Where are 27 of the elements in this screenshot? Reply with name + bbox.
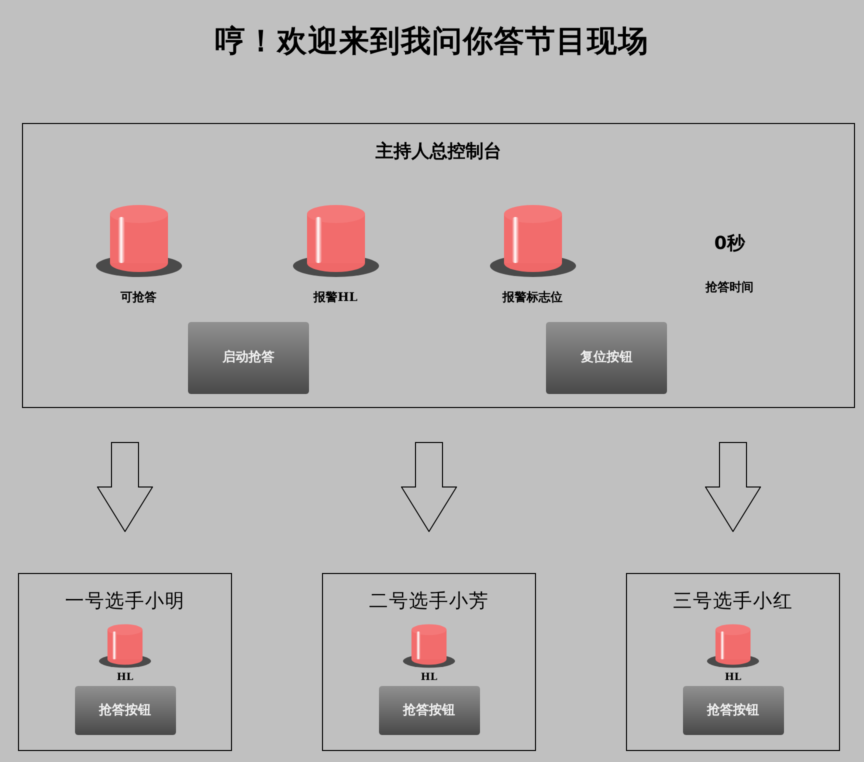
contestant-title: 三号选手小红 [673, 589, 793, 613]
lamp-label: HL [420, 672, 438, 684]
contestant-title: 一号选手小明 [65, 589, 185, 613]
lamp-label: 报警标志位 [502, 289, 562, 305]
indicator-lamp-icon [707, 624, 759, 668]
lamp-label: HL [724, 672, 742, 684]
buzzer-button[interactable]: 抢答按钮 [682, 686, 784, 735]
down-arrow-icon [401, 442, 457, 532]
control-button[interactable]: 启动抢答 [188, 322, 309, 394]
indicator-lamp-icon [292, 205, 378, 277]
timer-label: 抢答时间 [706, 279, 754, 295]
indicator-lamp-icon [99, 624, 151, 668]
indicator-lamp-icon [96, 205, 182, 277]
indicator-lamp-icon [403, 624, 455, 668]
control-button[interactable]: 复位按钮 [546, 322, 667, 394]
lamp-label: 可抢答 [120, 289, 156, 305]
timer-value: 0秒 [714, 233, 745, 255]
indicator-lamp-icon [490, 205, 576, 277]
lamp-label: 报警HL [314, 289, 358, 305]
lamp-label: HL [116, 672, 134, 684]
contestant-title: 二号选手小芳 [369, 589, 489, 613]
down-arrow-icon [97, 442, 153, 532]
buzzer-button[interactable]: 抢答按钮 [74, 686, 176, 735]
page-title: 哼！欢迎来到我问你答节目现场 [214, 23, 650, 60]
buzzer-button[interactable]: 抢答按钮 [378, 686, 480, 735]
down-arrow-icon [705, 442, 761, 532]
panel-title: 主持人总控制台 [376, 141, 502, 163]
